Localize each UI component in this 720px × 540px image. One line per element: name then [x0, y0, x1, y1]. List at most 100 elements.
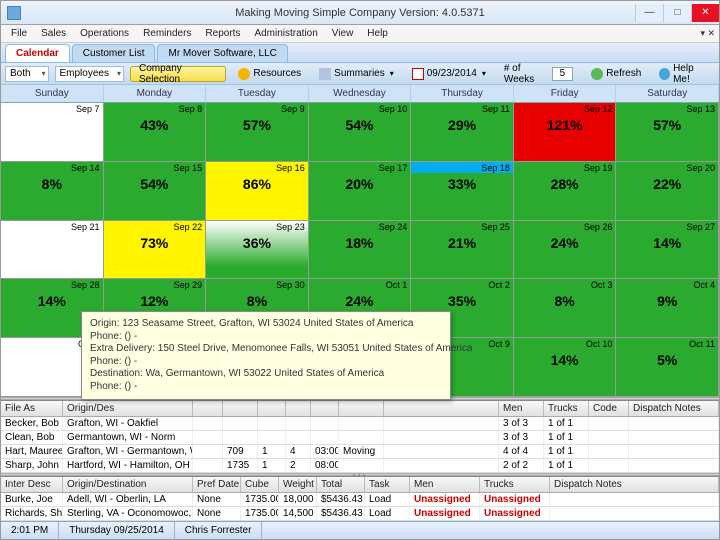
menu-administration[interactable]: Administration — [248, 26, 323, 41]
status-user: Chris Forrester — [175, 522, 263, 539]
statusbar: 2:01 PM Thursday 09/25/2014 Chris Forres… — [1, 521, 719, 539]
table-row[interactable]: Clean, BobGermantown, WI - Norm3 of 31 o… — [1, 431, 719, 445]
resources-button[interactable]: Resources — [232, 67, 307, 81]
calendar-cell[interactable]: Sep 2521% — [411, 221, 514, 280]
refresh-button[interactable]: Refresh — [585, 67, 647, 81]
calendar-cell[interactable]: Sep 2336% — [206, 221, 309, 280]
help-button[interactable]: Help Me! — [653, 62, 715, 86]
tab-calendar[interactable]: Calendar — [5, 44, 70, 62]
menubar: File Sales Operations Reminders Reports … — [1, 25, 719, 43]
jobs-grid-1: File AsOrigin/Des MenTrucksCodeDispatch N… — [1, 400, 719, 473]
column-header[interactable]: Dispatch Notes — [550, 477, 719, 492]
summaries-button[interactable]: Summaries▾ — [313, 67, 400, 81]
window-title: Making Moving Simple Company Version: 4.… — [235, 7, 484, 19]
day-header: Monday — [104, 85, 207, 102]
calendar-cell[interactable]: Oct 115% — [616, 338, 719, 397]
menu-help[interactable]: Help — [361, 26, 394, 41]
calendar-cell[interactable]: Sep 1129% — [411, 103, 514, 162]
column-header[interactable] — [223, 401, 258, 416]
calendar-cell[interactable]: Sep 148% — [1, 162, 104, 221]
day-header: Friday — [514, 85, 617, 102]
column-header[interactable]: Weight — [279, 477, 317, 492]
filter-select-1[interactable]: Both — [5, 66, 49, 82]
calendar-cell[interactable]: Sep 843% — [104, 103, 207, 162]
column-header[interactable] — [193, 401, 223, 416]
column-header[interactable]: Cube — [241, 477, 279, 492]
column-header[interactable]: Trucks — [544, 401, 589, 416]
calendar-area: SundayMondayTuesdayWednesdayThursdayFrid… — [1, 85, 719, 397]
splitter-2[interactable] — [1, 473, 719, 476]
table-row[interactable]: Hart, MaureenGrafton, WI - Germantown, W… — [1, 445, 719, 459]
calendar-cell[interactable]: Sep 957% — [206, 103, 309, 162]
calendar-cell[interactable]: Sep 1554% — [104, 162, 207, 221]
menu-reminders[interactable]: Reminders — [137, 26, 197, 41]
column-header[interactable]: Pref Date — [193, 477, 241, 492]
calendar-cell[interactable]: Sep 7 — [1, 103, 104, 162]
calendar-icon — [412, 68, 424, 80]
menu-sales[interactable]: Sales — [35, 26, 72, 41]
menu-operations[interactable]: Operations — [74, 26, 135, 41]
refresh-icon — [591, 68, 603, 80]
calendar-cell[interactable]: Sep 12121% — [514, 103, 617, 162]
day-header: Thursday — [411, 85, 514, 102]
table-row[interactable]: Burke, JoeAdell, WI - Oberlin, LANone173… — [1, 493, 719, 507]
column-header[interactable]: File As — [1, 401, 63, 416]
weeks-spinner[interactable]: 5 — [552, 67, 574, 81]
menu-view[interactable]: View — [326, 26, 360, 41]
calendar-cell[interactable]: Oct 1014% — [514, 338, 617, 397]
menu-file[interactable]: File — [5, 26, 33, 41]
tab-customer-list[interactable]: Customer List — [72, 44, 156, 62]
column-header[interactable]: Dispatch Notes — [629, 401, 719, 416]
column-header[interactable]: Code — [589, 401, 629, 416]
table-row[interactable]: Richards, SheriSterling, VA - Oconomowoc… — [1, 507, 719, 521]
close-button[interactable]: ✕ — [691, 4, 719, 22]
help-icon — [659, 68, 670, 80]
column-header[interactable]: Task — [365, 477, 410, 492]
column-header[interactable] — [384, 401, 499, 416]
calendar-cell[interactable]: Sep 1928% — [514, 162, 617, 221]
column-header[interactable]: Origin/Destination — [63, 477, 193, 492]
filter-select-2[interactable]: Employees — [55, 66, 124, 82]
day-header: Tuesday — [206, 85, 309, 102]
jobs-grid-2: Inter DescOrigin/DestinationPref DateCub… — [1, 476, 719, 521]
event-tooltip: Origin: 123 Seasame Street, Grafton, WI … — [81, 311, 451, 400]
calendar-cell[interactable]: Sep 2624% — [514, 221, 617, 280]
toolbar: Both Employees Company Selection Resourc… — [1, 63, 719, 85]
calendar-cell[interactable]: Sep 2418% — [309, 221, 412, 280]
column-header[interactable] — [286, 401, 311, 416]
column-header[interactable]: Men — [410, 477, 480, 492]
calendar-cell[interactable]: Oct 49% — [616, 279, 719, 338]
minimize-button[interactable]: — — [635, 4, 663, 22]
maximize-button[interactable]: □ — [663, 4, 691, 22]
tabstrip: Calendar Customer List Mr Mover Software… — [1, 43, 719, 63]
column-header[interactable]: Origin/Des — [63, 401, 193, 416]
table-row[interactable]: Becker, BobGrafton, WI - Oakfiel3 of 31 … — [1, 417, 719, 431]
calendar-cell[interactable]: Sep 1833% — [411, 162, 514, 221]
calendar-cell[interactable]: Sep 21 — [1, 221, 104, 280]
app-icon — [7, 6, 21, 20]
menu-reports[interactable]: Reports — [199, 26, 246, 41]
calendar-cell[interactable]: Sep 2022% — [616, 162, 719, 221]
calendar-cell[interactable]: Sep 1686% — [206, 162, 309, 221]
summaries-icon — [319, 68, 331, 80]
day-header: Saturday — [616, 85, 719, 102]
calendar-cell[interactable]: Sep 1054% — [309, 103, 412, 162]
calendar-cell[interactable]: Sep 2714% — [616, 221, 719, 280]
column-header[interactable]: Men — [499, 401, 544, 416]
date-picker[interactable]: 09/23/2014▾ — [406, 67, 492, 81]
column-header[interactable]: Trucks — [480, 477, 550, 492]
calendar-cell[interactable]: Sep 1720% — [309, 162, 412, 221]
calendar-cell[interactable]: Oct 38% — [514, 279, 617, 338]
column-header[interactable]: Inter Desc — [1, 477, 63, 492]
weeks-control: # of Weeks5 — [498, 62, 579, 86]
calendar-header: SundayMondayTuesdayWednesdayThursdayFrid… — [1, 85, 719, 103]
status-date: Thursday 09/25/2014 — [59, 522, 175, 539]
column-header[interactable] — [258, 401, 286, 416]
column-header[interactable] — [311, 401, 339, 416]
collapse-icon[interactable]: ▾ ✕ — [700, 28, 715, 39]
resources-icon — [238, 68, 250, 80]
calendar-cell[interactable]: Sep 1357% — [616, 103, 719, 162]
company-selection-button[interactable]: Company Selection — [130, 66, 226, 82]
tab-company[interactable]: Mr Mover Software, LLC — [157, 44, 287, 62]
calendar-cell[interactable]: Sep 2273% — [104, 221, 207, 280]
